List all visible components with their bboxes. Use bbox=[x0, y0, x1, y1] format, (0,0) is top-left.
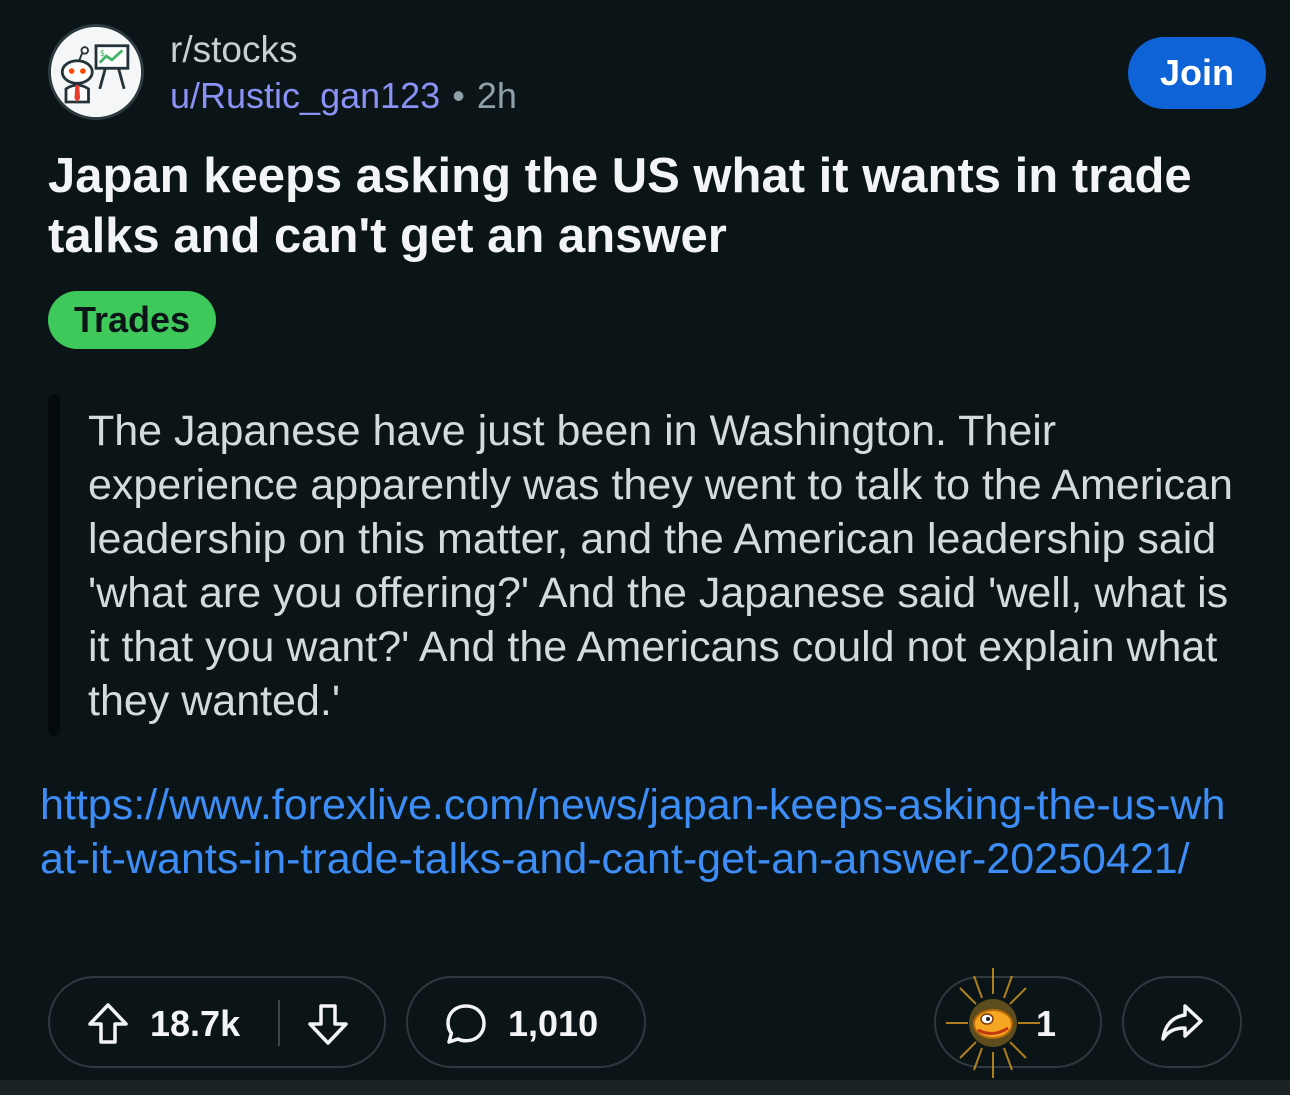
svg-text:$: $ bbox=[100, 48, 105, 58]
award-button[interactable]: 1 bbox=[934, 968, 1102, 1078]
post-title[interactable]: Japan keeps asking the US what it wants … bbox=[48, 146, 1248, 266]
blockquote-bar bbox=[48, 394, 60, 736]
join-button[interactable]: Join bbox=[1128, 37, 1266, 109]
subreddit-avatar[interactable]: $ bbox=[48, 24, 144, 120]
subreddit-name[interactable]: r/stocks bbox=[170, 30, 297, 70]
post-card: $ r/stocks u/Rustic_gan123 • 2h Join Japan… bbox=[0, 0, 1290, 1095]
vote-score: 18.7k bbox=[150, 1003, 241, 1044]
meta-separator: • bbox=[452, 75, 465, 116]
post-timestamp: 2h bbox=[476, 75, 517, 116]
blockquote-text: The Japanese have just been in Washingto… bbox=[88, 407, 1233, 725]
post-meta: u/Rustic_gan123 • 2h bbox=[170, 76, 517, 116]
vote-divider bbox=[278, 1000, 280, 1046]
award-icon bbox=[938, 964, 1048, 1082]
share-button[interactable] bbox=[1122, 976, 1242, 1068]
arrow-up-icon[interactable] bbox=[82, 998, 134, 1050]
speech-bubble-icon bbox=[440, 998, 492, 1050]
share-arrow-icon bbox=[1157, 997, 1207, 1047]
bottom-divider bbox=[0, 1080, 1290, 1095]
subreddit-snoo-chart-icon: $ bbox=[51, 27, 141, 117]
post-flair[interactable]: Trades bbox=[48, 291, 217, 349]
author-username[interactable]: u/Rustic_gan123 bbox=[170, 75, 440, 116]
vote-bar: 18.7k bbox=[48, 976, 386, 1068]
comment-count: 1,010 bbox=[508, 1003, 599, 1044]
comments-button[interactable]: 1,010 bbox=[406, 976, 646, 1068]
article-link[interactable]: https://www.forexlive.com/news/japan-kee… bbox=[40, 778, 1240, 886]
award-count: 1 bbox=[1036, 1003, 1057, 1044]
arrow-down-icon[interactable] bbox=[302, 998, 354, 1050]
